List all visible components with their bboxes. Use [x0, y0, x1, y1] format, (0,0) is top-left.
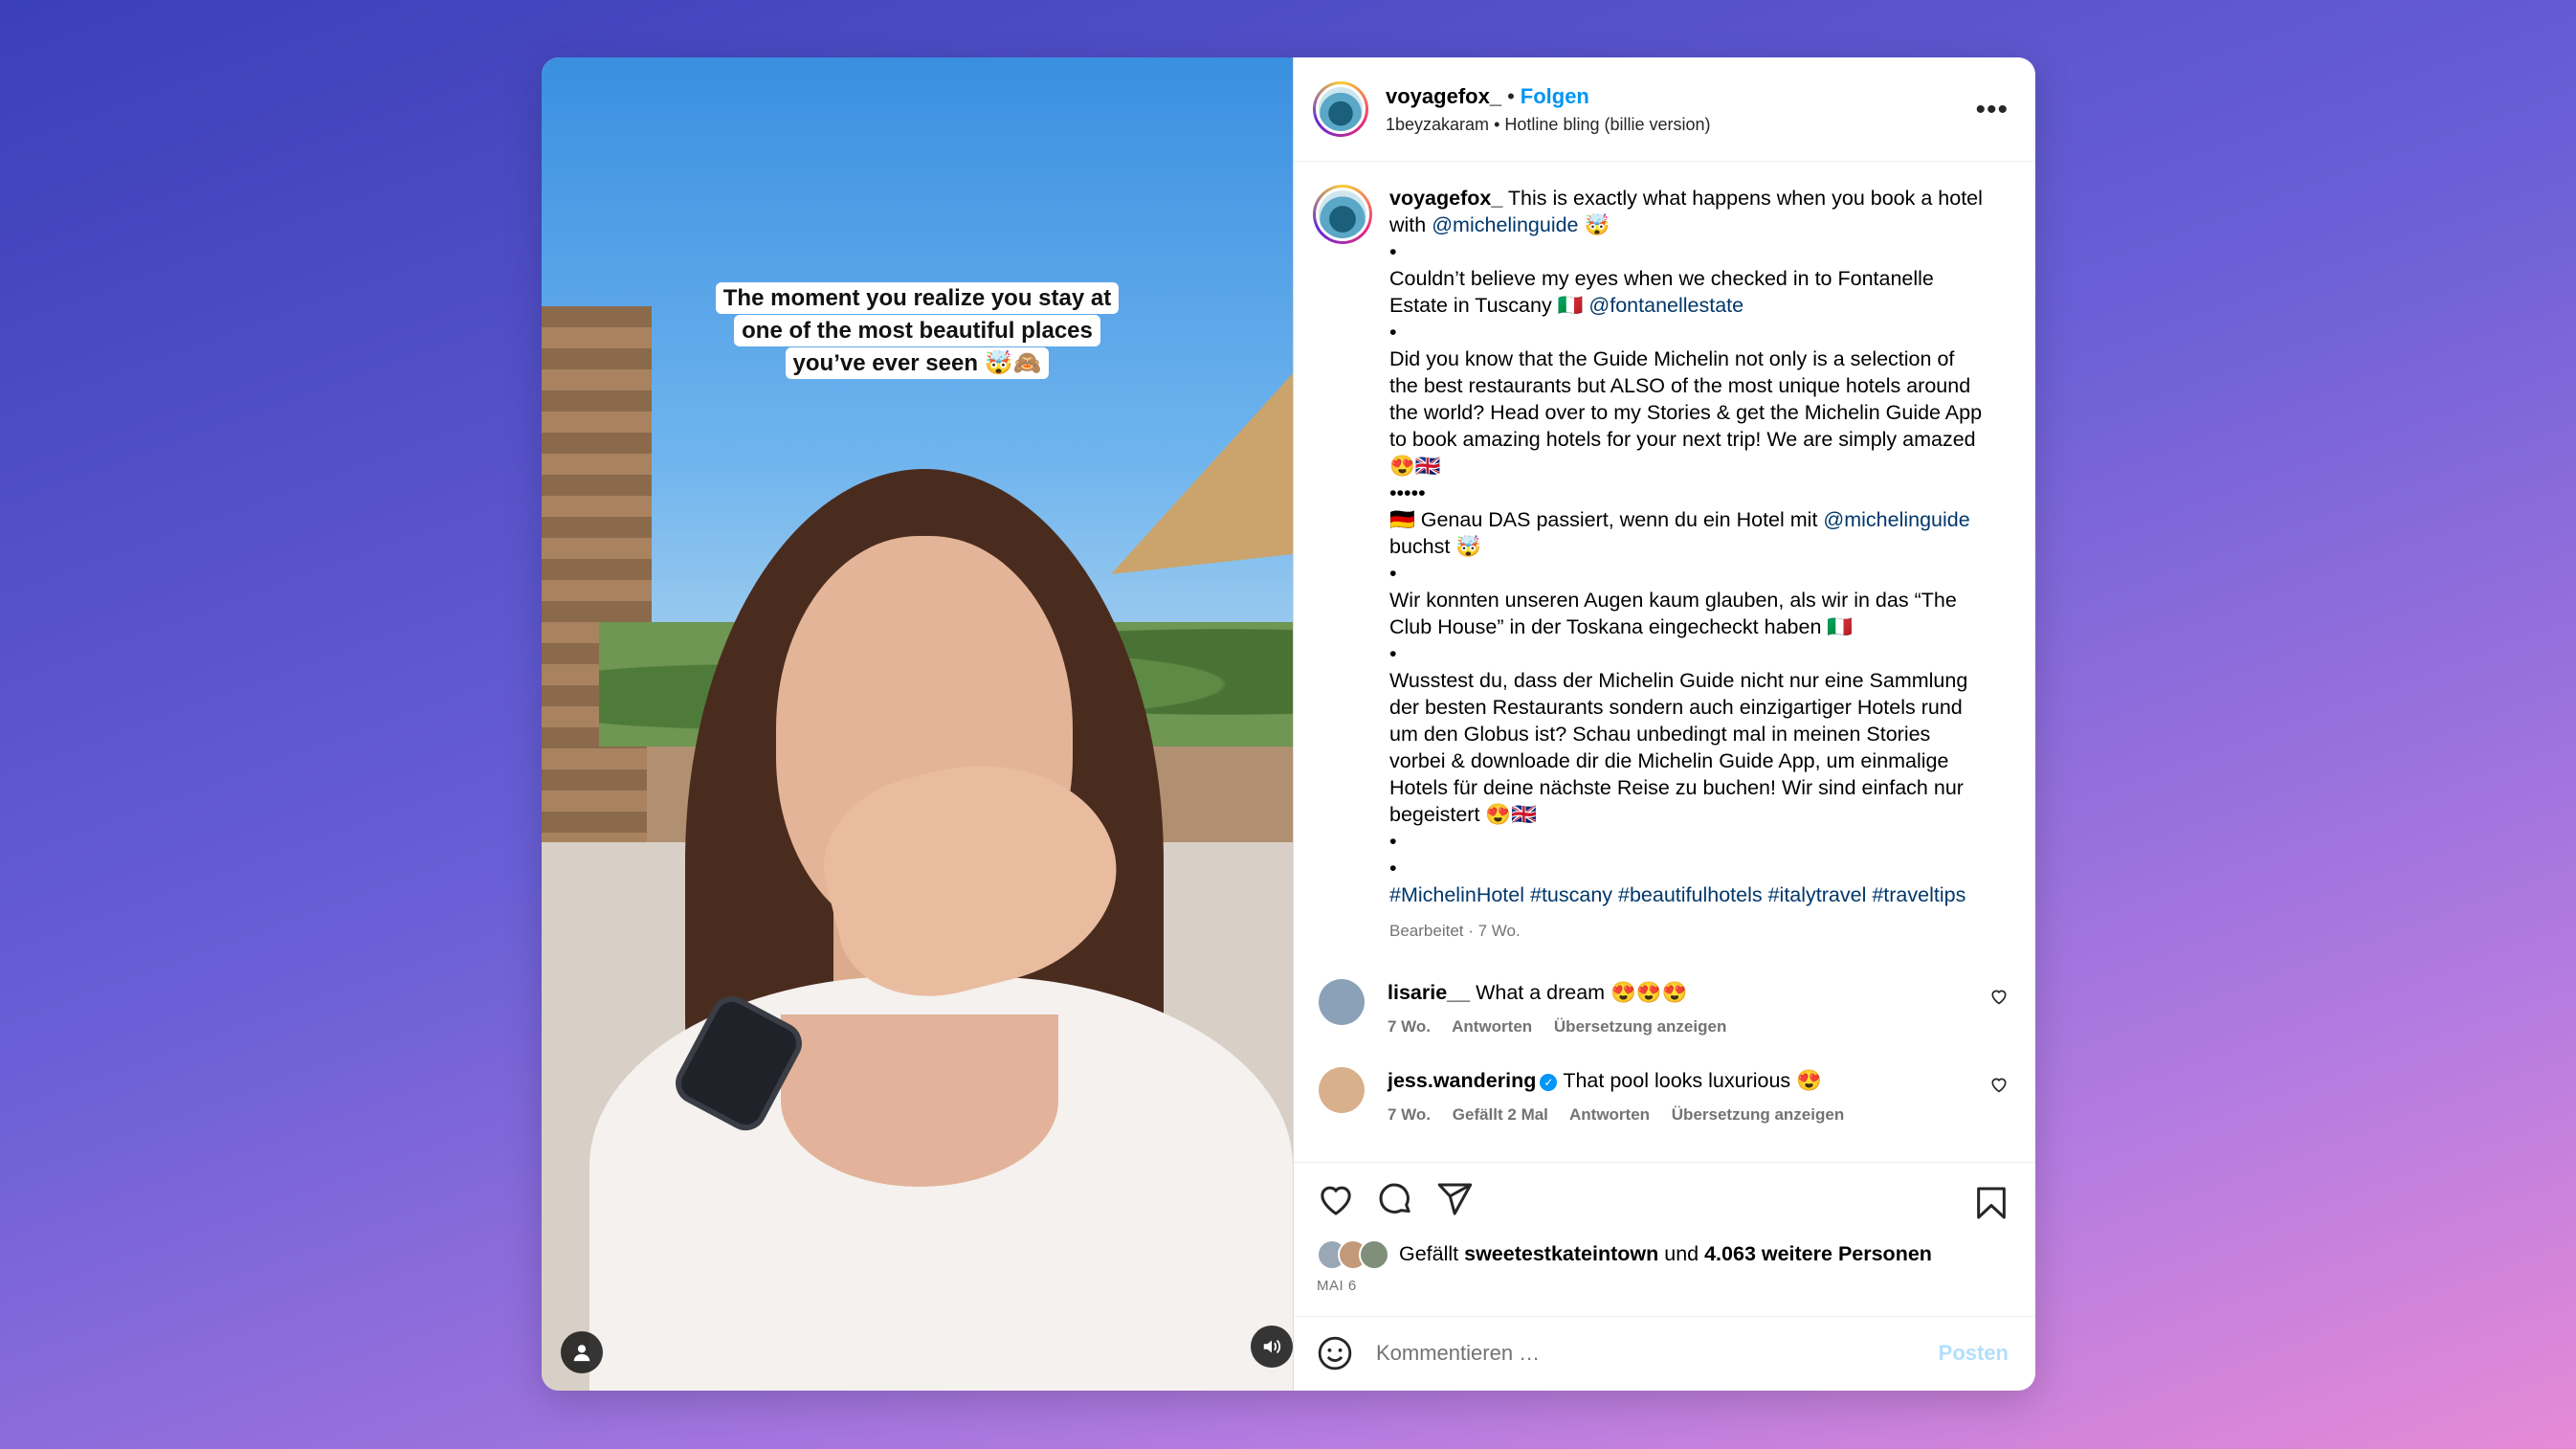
commenter-avatar[interactable] — [1319, 979, 1365, 1026]
verified-badge-icon: ✓ — [1540, 1073, 1558, 1091]
commenter-username[interactable]: lisarie__ — [1388, 981, 1470, 1004]
caption-text: Wir konnten unseren Augen kaum glauben, … — [1389, 589, 1957, 639]
caption-text: • — [1389, 562, 1397, 586]
post-header: voyagefox_ • Folgen 1beyzakaram • Hotline … — [1294, 57, 2035, 163]
heart-icon[interactable] — [1317, 1180, 1355, 1218]
caption-text: 🤯 — [1578, 213, 1610, 237]
caption-username[interactable]: voyagefox_ — [1389, 187, 1502, 210]
likes-others[interactable]: 4.063 weitere Personen — [1704, 1242, 1932, 1266]
mention-link[interactable]: @michelinguide — [1432, 213, 1578, 236]
liker-avatars[interactable] — [1317, 1238, 1389, 1270]
translate-button[interactable]: Übersetzung anzeigen — [1672, 1105, 1844, 1124]
video-caption-line: you’ve ever seen 🤯🙈 — [785, 347, 1050, 379]
post-panel: voyagefox_ • Folgen 1beyzakaram • Hotline … — [1293, 57, 2035, 1391]
heart-icon[interactable] — [1989, 1075, 2009, 1100]
commenter-username[interactable]: jess.wandering — [1388, 1069, 1536, 1092]
caption-avatar[interactable] — [1313, 185, 1372, 245]
action-bar: Gefällt sweetestkateintown und 4.063 wei… — [1294, 1161, 2035, 1316]
comment-time: 7 Wo. — [1388, 1105, 1432, 1125]
comments-scroll-area[interactable]: voyagefox_ This is exactly what happens … — [1294, 162, 2035, 1161]
likes-summary: Gefällt sweetestkateintown und 4.063 wei… — [1317, 1238, 2016, 1270]
comment-text: That pool looks luxurious 😍 — [1563, 1069, 1822, 1093]
more-horizontal-icon[interactable]: ••• — [1975, 94, 2009, 126]
comment-item: lisarie__ What a dream 😍😍😍 7 Wo. Antwort… — [1313, 979, 2016, 1040]
video-caption-line: one of the most beautiful places — [734, 315, 1100, 346]
smiley-icon[interactable] — [1317, 1335, 1353, 1371]
commenter-avatar[interactable] — [1319, 1067, 1365, 1114]
caption-text: • — [1389, 321, 1397, 345]
caption-text: • — [1389, 240, 1397, 264]
mention-link[interactable]: @fontanellestate — [1588, 294, 1743, 317]
stone-wall — [542, 306, 652, 900]
comment-icon[interactable] — [1376, 1180, 1414, 1218]
caption-text: • — [1389, 857, 1397, 881]
bookmark-icon[interactable] — [1972, 1184, 2010, 1222]
audio-title[interactable]: Hotline bling (billie version) — [1504, 115, 1710, 134]
follow-button[interactable]: Folgen — [1521, 84, 1589, 108]
reply-button[interactable]: Antworten — [1452, 1017, 1532, 1036]
post-modal: The moment you realize you stay at one o… — [542, 57, 2035, 1391]
separator: • — [1507, 83, 1515, 108]
comment-bar: Posten — [1294, 1315, 2035, 1391]
author-avatar[interactable] — [1313, 81, 1368, 138]
caption-text: • — [1389, 830, 1397, 854]
neckline — [781, 1014, 1058, 1187]
caption-text: Did you know that the Guide Michelin not… — [1389, 347, 1983, 479]
caption-text: 🇩🇪 Genau DAS passiert, wenn du ein Hotel… — [1389, 508, 1824, 532]
comment-time: 7 Wo. — [1388, 1017, 1432, 1037]
video-caption-line: The moment you realize you stay at — [715, 282, 1120, 314]
likes-prefix: Gefällt — [1399, 1242, 1459, 1266]
comment-item: jess.wandering ✓ That pool looks luxurious… — [1313, 1067, 2016, 1128]
audio-user[interactable]: 1beyzakaram — [1386, 115, 1489, 134]
user-tag-icon[interactable] — [561, 1331, 603, 1373]
reply-button[interactable]: Antworten — [1569, 1105, 1650, 1124]
author-username[interactable]: voyagefox_ — [1386, 84, 1501, 108]
post-caption: voyagefox_ This is exactly what happens … — [1313, 185, 2016, 945]
caption-text: ••••• — [1389, 481, 1426, 505]
send-icon[interactable] — [1435, 1180, 1474, 1218]
comment-likes[interactable]: Gefällt 2 Mal — [1453, 1105, 1548, 1124]
umbrella — [1111, 373, 1293, 574]
post-comment-button[interactable]: Posten — [1939, 1341, 2009, 1366]
reel-video[interactable]: The moment you realize you stay at one o… — [542, 57, 1293, 1391]
audio-separator: • — [1494, 114, 1500, 134]
comment-text: What a dream 😍😍😍 — [1476, 981, 1688, 1005]
likes-mid: und — [1664, 1242, 1699, 1266]
heart-icon[interactable] — [1989, 987, 2009, 1012]
caption-text: • — [1389, 642, 1397, 666]
post-date: MAI 6 — [1317, 1277, 1357, 1294]
caption-meta: Bearbeitet · 7 Wo. — [1389, 922, 1521, 941]
likes-user[interactable]: sweetestkateintown — [1464, 1242, 1658, 1266]
translate-button[interactable]: Übersetzung anzeigen — [1554, 1017, 1726, 1036]
caption-text: buchst 🤯 — [1389, 535, 1482, 559]
mention-link[interactable]: @michelinguide — [1823, 508, 1969, 531]
video-caption: The moment you realize you stay at one o… — [695, 282, 1140, 380]
speaker-icon[interactable] — [1251, 1326, 1293, 1368]
caption-text: Wusstest du, dass der Michelin Guide nic… — [1389, 669, 1968, 827]
hashtags[interactable]: #MichelinHotel #tuscany #beautifulhotels… — [1389, 881, 1983, 908]
comment-input[interactable] — [1374, 1340, 1876, 1368]
